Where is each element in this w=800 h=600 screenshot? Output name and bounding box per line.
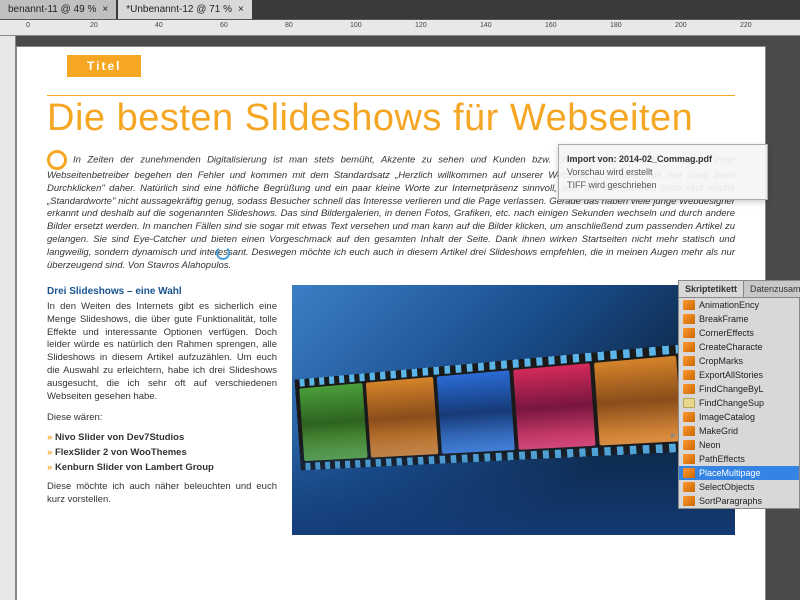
- script-list[interactable]: AnimationEncy BreakFrame CornerEffects Crea…: [679, 298, 799, 508]
- bullet-item: FlexSlider 2 von WooThemes: [47, 447, 277, 460]
- script-item[interactable]: ExportAllStories: [679, 368, 799, 382]
- script-icon: [683, 342, 695, 352]
- script-item[interactable]: ImageCatalog: [679, 410, 799, 424]
- tooltip-header: Import von: 2014-02_Commag.pdf: [567, 154, 759, 164]
- column-layout: Drei Slideshows – eine Wahl In den Weite…: [17, 273, 765, 547]
- script-item[interactable]: Neon: [679, 438, 799, 452]
- script-name: SortParagraphs: [699, 496, 762, 506]
- bullet-list: Nivo Slider von Dev7Studios FlexSlider 2…: [47, 432, 277, 474]
- document-tab[interactable]: benannt-11 @ 49 % ×: [0, 0, 116, 19]
- script-icon: [683, 496, 695, 506]
- tooltip-status: TIFF wird geschrieben: [567, 180, 759, 190]
- script-item[interactable]: SortParagraphs: [679, 494, 799, 508]
- script-icon: [683, 384, 695, 394]
- script-name: CreateCharacte: [699, 342, 763, 352]
- scripts-panel: Skriptetikett Datenzusamm AnimationEncy B…: [678, 280, 800, 509]
- script-name: ImageCatalog: [699, 412, 755, 422]
- script-icon: [683, 356, 695, 366]
- panel-tab-scripts[interactable]: Skriptetikett: [679, 281, 744, 297]
- script-item[interactable]: AnimationEncy: [679, 298, 799, 312]
- paragraph: In den Weiten des Internets gibt es sich…: [47, 301, 277, 404]
- paragraph: Diese wären:: [47, 412, 277, 425]
- script-name: FindChangeSup: [699, 398, 764, 408]
- script-icon: [683, 300, 695, 310]
- script-item[interactable]: PathEffects: [679, 452, 799, 466]
- placed-image[interactable]: [292, 285, 735, 535]
- script-icon: [683, 328, 695, 338]
- loading-cursor-icon: [216, 246, 230, 260]
- title-chip[interactable]: Titel: [67, 55, 141, 77]
- script-name: PathEffects: [699, 454, 745, 464]
- script-name: FindChangeByL: [699, 384, 764, 394]
- script-item[interactable]: FindChangeSup: [679, 396, 799, 410]
- document-page[interactable]: Titel Die besten Slideshows für Webseite…: [16, 46, 766, 600]
- script-name: CornerEffects: [699, 328, 754, 338]
- text-column[interactable]: Drei Slideshows – eine Wahl In den Weite…: [47, 285, 277, 535]
- script-icon: [683, 454, 695, 464]
- tab-label: *Unbenannt-12 @ 71 %: [126, 4, 232, 15]
- script-icon: [683, 468, 695, 478]
- bullet-ornament-icon: [47, 155, 73, 166]
- horizontal-ruler[interactable]: 0 20 40 60 80 100 120 140 160 180 200 22…: [0, 20, 800, 36]
- script-item[interactable]: CornerEffects: [679, 326, 799, 340]
- script-name: MakeGrid: [699, 426, 738, 436]
- panel-tab-strip: Skriptetikett Datenzusamm: [679, 281, 799, 298]
- panel-expand-icon[interactable]: ▸: [671, 430, 676, 441]
- script-name: ExportAllStories: [699, 370, 763, 380]
- script-icon: [683, 440, 695, 450]
- script-name: BreakFrame: [699, 314, 749, 324]
- script-item[interactable]: BreakFrame: [679, 312, 799, 326]
- script-icon: [683, 426, 695, 436]
- script-name: PlaceMultipage: [699, 468, 761, 478]
- close-icon[interactable]: ×: [102, 4, 108, 15]
- bullet-item: Kenburn Slider von Lambert Group: [47, 462, 277, 475]
- script-item[interactable]: MakeGrid: [679, 424, 799, 438]
- document-tabs: benannt-11 @ 49 % × *Unbenannt-12 @ 71 %…: [0, 0, 800, 20]
- reflection-effect: [292, 435, 735, 535]
- script-icon: [683, 314, 695, 324]
- paragraph: Diese möchte ich auch näher beleuchten u…: [47, 481, 277, 507]
- subheading: Drei Slideshows – eine Wahl: [47, 285, 277, 299]
- film-frame: [594, 355, 682, 445]
- guide-line[interactable]: [47, 95, 735, 96]
- script-item[interactable]: SelectObjects: [679, 480, 799, 494]
- script-name: AnimationEncy: [699, 300, 759, 310]
- script-icon: [683, 412, 695, 422]
- vertical-ruler[interactable]: [0, 36, 16, 600]
- script-item[interactable]: CreateCharacte: [679, 340, 799, 354]
- close-icon[interactable]: ×: [238, 4, 244, 15]
- script-item[interactable]: FindChangeByL: [679, 382, 799, 396]
- script-icon: [683, 370, 695, 380]
- script-item[interactable]: PlaceMultipage: [679, 466, 799, 480]
- document-tab[interactable]: *Unbenannt-12 @ 71 % ×: [118, 0, 252, 19]
- tab-label: benannt-11 @ 49 %: [8, 4, 96, 15]
- script-name: SelectObjects: [699, 482, 755, 492]
- folder-icon: [683, 398, 695, 408]
- script-icon: [683, 482, 695, 492]
- script-name: Neon: [699, 440, 721, 450]
- import-progress-tooltip: Import von: 2014-02_Commag.pdf Vorschau …: [558, 144, 768, 200]
- script-name: CropMarks: [699, 356, 743, 366]
- bullet-item: Nivo Slider von Dev7Studios: [47, 432, 277, 445]
- tooltip-status: Vorschau wird erstellt: [567, 167, 759, 177]
- headline-text[interactable]: Die besten Slideshows für Webseiten: [17, 77, 765, 150]
- script-item[interactable]: CropMarks: [679, 354, 799, 368]
- panel-tab-data[interactable]: Datenzusamm: [744, 281, 800, 297]
